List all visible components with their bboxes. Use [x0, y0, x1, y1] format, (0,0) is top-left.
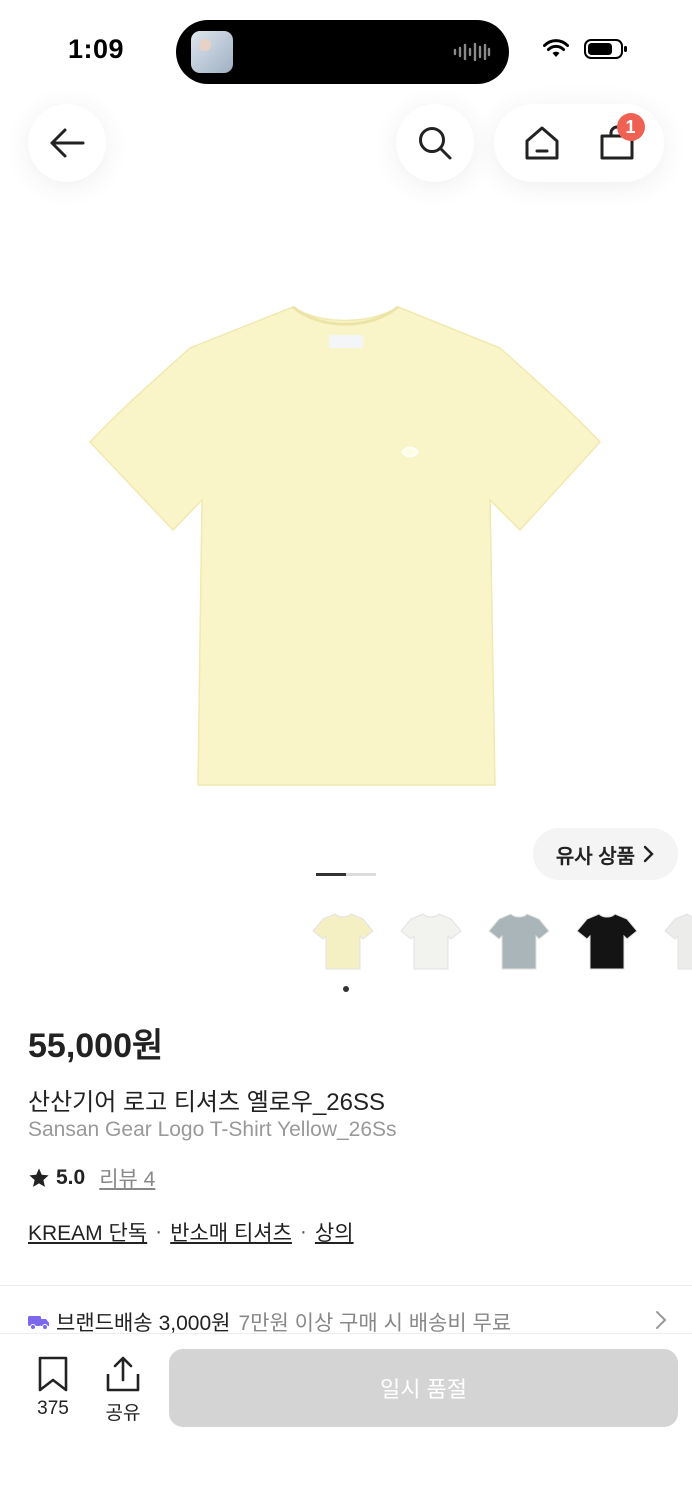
tshirt-logo: [401, 446, 419, 458]
tshirt-icon: [312, 913, 374, 970]
pager-segment: [346, 873, 376, 876]
bookmark-count: 375: [37, 1398, 69, 1419]
tag-separator: ·: [299, 1220, 307, 1243]
tshirt-label: [329, 335, 363, 348]
product-name-korean: 산산기어 로고 티셔츠 옐로우_26SS: [28, 1089, 386, 1116]
share-button[interactable]: 공유: [93, 1356, 153, 1425]
tshirt-icon: [400, 913, 462, 970]
image-pager: [316, 873, 376, 876]
tag-kream-exclusive[interactable]: KREAM 단독: [28, 1217, 147, 1247]
thumbnail-light[interactable]: [658, 905, 692, 977]
status-icons: [542, 38, 628, 60]
pager-segment-active: [316, 873, 346, 876]
similar-products-label: 유사 상품: [555, 845, 636, 868]
tshirt-icon: [488, 913, 550, 970]
status-bar: 1:09: [0, 0, 692, 100]
rating-value: 5.0: [56, 1166, 86, 1189]
thumbnail-gray[interactable]: [482, 905, 556, 977]
wifi-icon: [543, 39, 569, 57]
arrow-left-icon: [50, 128, 85, 158]
review-link[interactable]: 리뷰 4: [99, 1163, 155, 1193]
star-icon: [29, 1168, 49, 1187]
tag-separator: ·: [155, 1220, 163, 1243]
tshirt-icon: [664, 913, 692, 970]
audio-wave-icon: [453, 42, 491, 62]
delivery-truck-icon: [28, 1316, 49, 1330]
back-button[interactable]: [28, 104, 106, 182]
home-cart-pill: 1: [494, 104, 664, 182]
bottom-action-bar: 375 공유 일시 품절: [0, 1333, 692, 1500]
product-tags: KREAM 단독 · 반소매 티셔츠 · 상의: [28, 1217, 354, 1247]
product-rating: 5.0 리뷰 4: [28, 1163, 155, 1193]
share-label: 공유: [105, 1403, 141, 1424]
thumbnail-black[interactable]: [570, 905, 644, 977]
thumbnail-white[interactable]: [394, 905, 468, 977]
tshirt-icon: [576, 913, 638, 970]
bookmark-button[interactable]: 375: [23, 1356, 83, 1420]
cart-count-badge: 1: [616, 113, 645, 141]
sold-out-label: 일시 품절: [379, 1377, 468, 1402]
tag-short-sleeve-tshirt[interactable]: 반소매 티셔츠: [170, 1217, 292, 1247]
status-time: 1:09: [68, 34, 125, 64]
thumbnail-yellow[interactable]: [306, 905, 380, 977]
product-name-english: Sansan Gear Logo T-Shirt Yellow_26Ss: [28, 1118, 397, 1141]
product-image[interactable]: [80, 280, 610, 800]
color-thumbnails: [306, 900, 692, 980]
section-divider: [0, 1285, 692, 1286]
search-icon: [419, 127, 452, 160]
similar-products-button[interactable]: 유사 상품: [533, 828, 678, 880]
home-button[interactable]: [512, 113, 572, 173]
chevron-right-icon: [643, 845, 654, 863]
dynamic-island: [176, 20, 509, 84]
tshirt-body: [88, 306, 602, 786]
island-thumbnail: [191, 31, 233, 73]
product-price: 55,000원: [28, 1027, 164, 1065]
home-icon: [525, 126, 558, 160]
thumbnail-indicator-dot: [343, 986, 349, 992]
share-icon: [106, 1356, 140, 1392]
battery-icon: [584, 39, 627, 59]
bookmark-icon: [38, 1356, 68, 1392]
tag-tops[interactable]: 상의: [315, 1217, 354, 1247]
cart-button[interactable]: 1: [587, 113, 647, 173]
sold-out-button[interactable]: 일시 품절: [169, 1349, 678, 1427]
chevron-right-icon: [656, 1311, 667, 1329]
search-button[interactable]: [396, 104, 474, 182]
